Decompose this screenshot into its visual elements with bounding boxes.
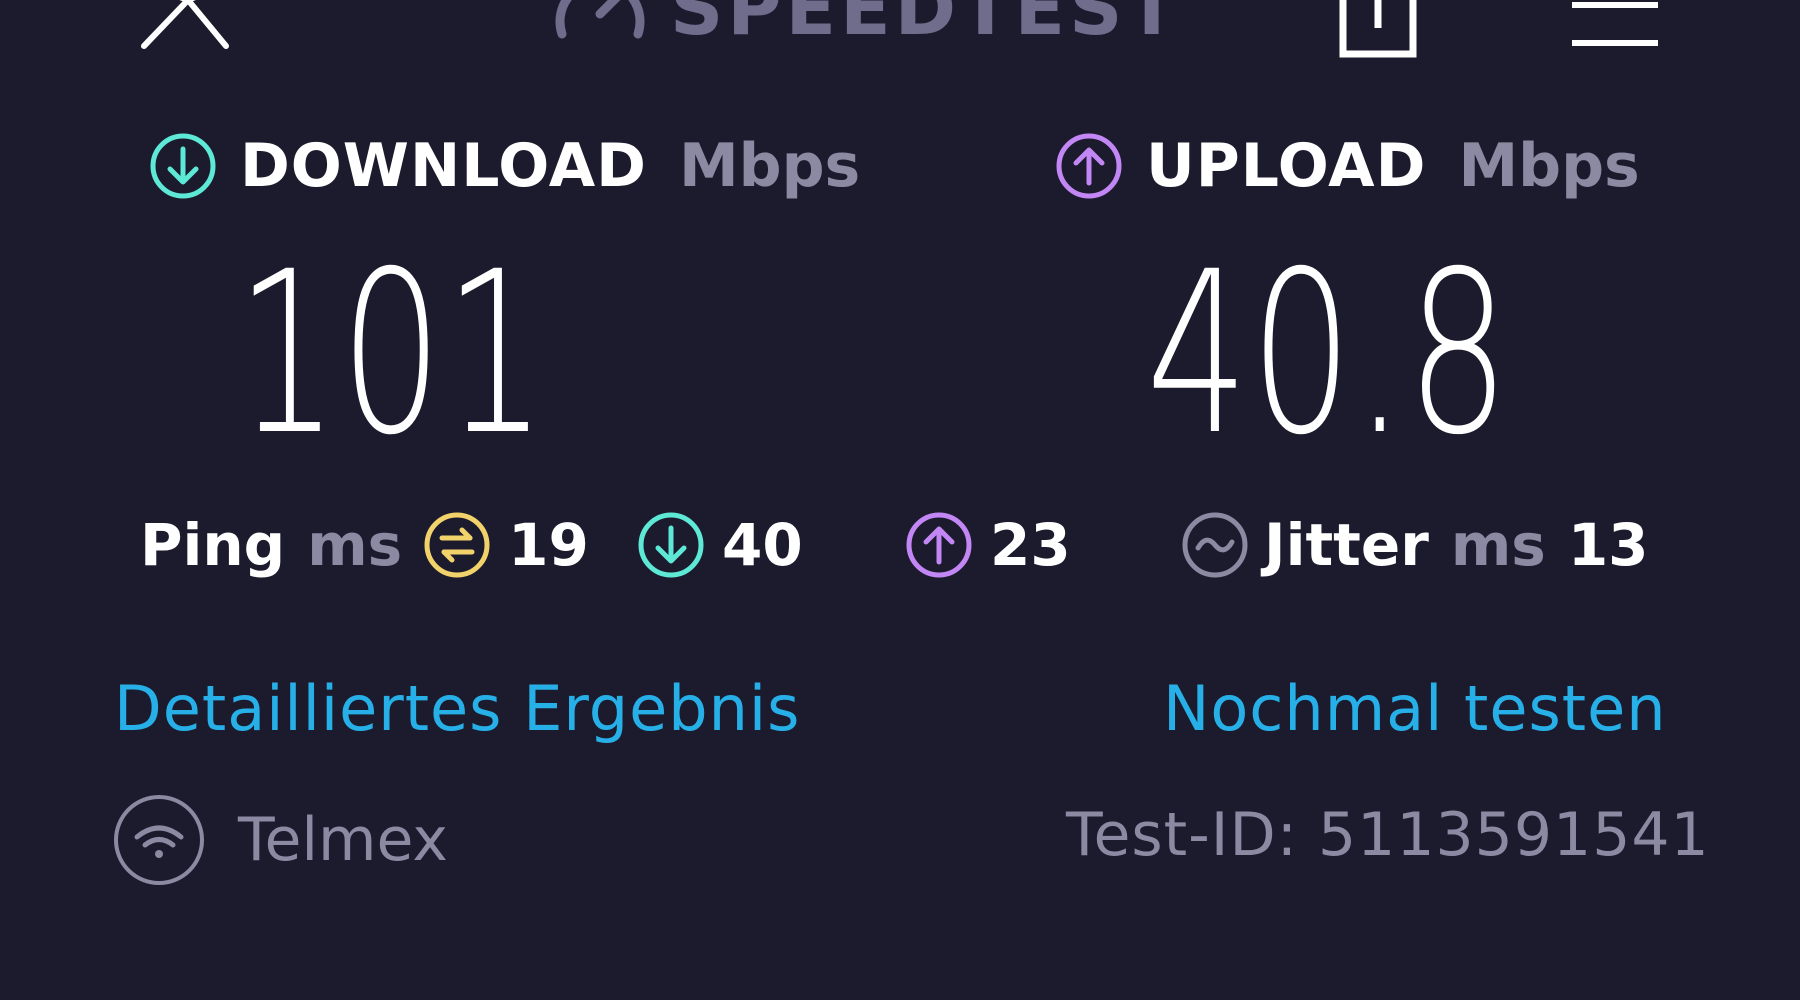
share-button[interactable] (1338, 0, 1418, 58)
top-bar: SPEEDTEST (0, 0, 1800, 70)
detailed-result-link[interactable]: Detailliertes Ergebnis (114, 672, 800, 745)
ping-group: Ping ms 19 (140, 505, 589, 585)
speedtest-logo: SPEEDTEST (550, 0, 1181, 54)
upload-arrow-icon (1056, 133, 1122, 199)
upload-unit: Mbps (1458, 131, 1640, 201)
provider-name: Telmex (238, 805, 448, 875)
close-icon (141, 0, 229, 49)
upload-label: UPLOAD (1146, 131, 1427, 201)
jitter-group: Jitter ms 13 (1180, 505, 1649, 585)
close-button[interactable] (138, 0, 230, 52)
test-again-link[interactable]: Nochmal testen (1163, 672, 1667, 745)
download-header: DOWNLOAD Mbps (148, 126, 860, 206)
provider-info: Telmex (112, 792, 448, 888)
download-ping-group: 40 (636, 505, 803, 585)
download-unit: Mbps (678, 131, 861, 201)
ping-label: Ping (140, 511, 286, 579)
upload-ping-icon (906, 512, 972, 578)
wifi-icon (114, 795, 204, 885)
menu-button[interactable] (1572, 0, 1658, 50)
download-arrow-icon (150, 133, 216, 199)
download-speed-value: 101 (236, 223, 549, 484)
idle-ping-icon (424, 512, 490, 578)
jitter-label: Jitter (1264, 511, 1429, 579)
share-icon (1339, 0, 1417, 58)
gauge-icon (555, 0, 645, 39)
upload-ping-group: 23 (904, 505, 1071, 585)
jitter-icon (1182, 512, 1248, 578)
upload-ping-value: 23 (990, 511, 1071, 579)
upload-speed-value: 40.8 (1146, 223, 1511, 484)
download-ping-icon (638, 512, 704, 578)
jitter-unit: ms (1450, 511, 1546, 579)
menu-icon (1572, 2, 1658, 46)
ping-unit: ms (307, 511, 403, 579)
idle-ping-value: 19 (508, 511, 589, 579)
test-id: Test-ID: 5113591541 (1066, 800, 1710, 870)
ping-row: Ping ms 19 40 23 Jitter ms 13 (140, 505, 1680, 585)
upload-header: UPLOAD Mbps (1054, 126, 1640, 206)
download-ping-value: 40 (722, 511, 803, 579)
jitter-value: 13 (1567, 511, 1649, 579)
download-label: DOWNLOAD (240, 131, 647, 201)
logo-text: SPEEDTEST (670, 0, 1181, 52)
